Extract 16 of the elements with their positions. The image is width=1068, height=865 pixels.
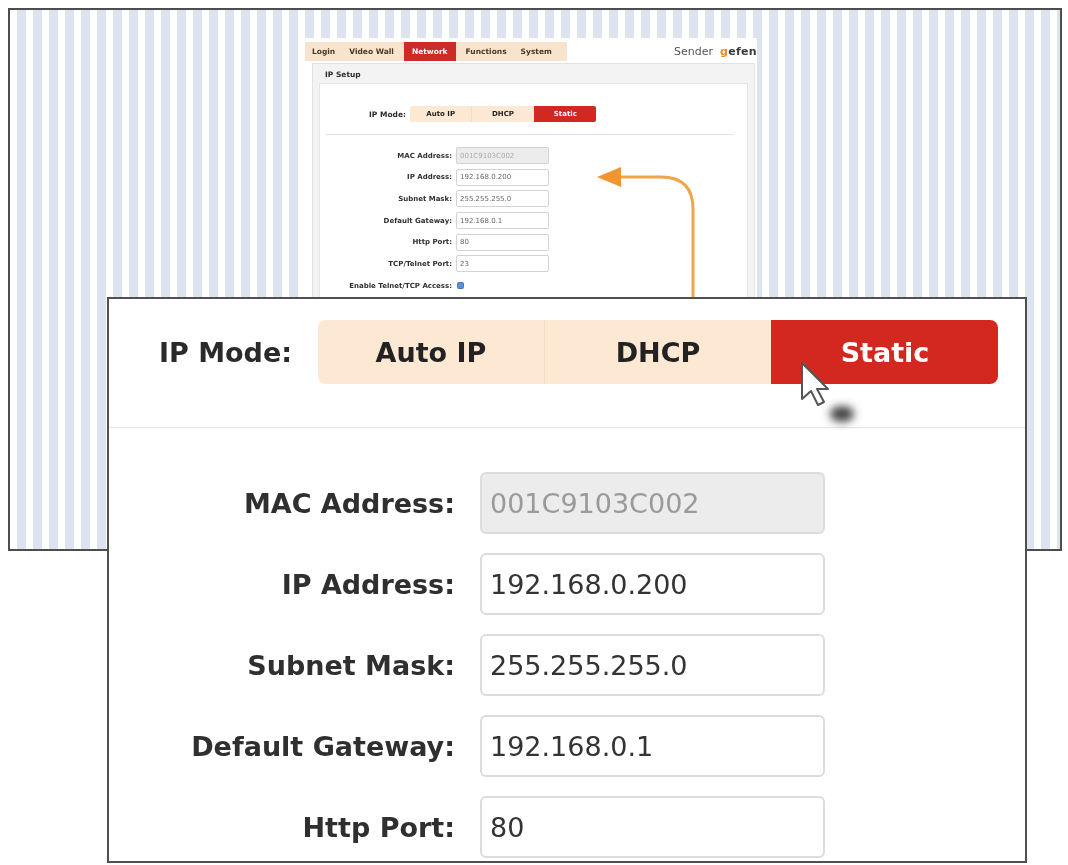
field-label: Default Gateway:	[191, 730, 455, 762]
mode-label: IP Mode:	[158, 336, 292, 368]
input-field[interactable]: 192.168.0.200	[480, 553, 825, 615]
input-field[interactable]: 80	[480, 796, 825, 858]
field-label: Http Port:	[302, 811, 455, 843]
logo: gefen	[720, 45, 757, 58]
field-label: Subnet Mask:	[247, 649, 455, 681]
field-label: MAC Address:	[243, 487, 455, 519]
input-field[interactable]: 192.168.0.1	[480, 715, 825, 777]
input-field[interactable]: 255.255.255.0	[480, 634, 825, 696]
mode-option[interactable]: DHCP	[544, 320, 771, 384]
mode-option[interactable]: Auto IP	[318, 320, 544, 384]
mode-option[interactable]: Static	[771, 320, 998, 384]
checkbox[interactable]	[457, 282, 464, 290]
device-label: Sender	[674, 45, 714, 58]
field-label: IP Address:	[281, 568, 455, 600]
